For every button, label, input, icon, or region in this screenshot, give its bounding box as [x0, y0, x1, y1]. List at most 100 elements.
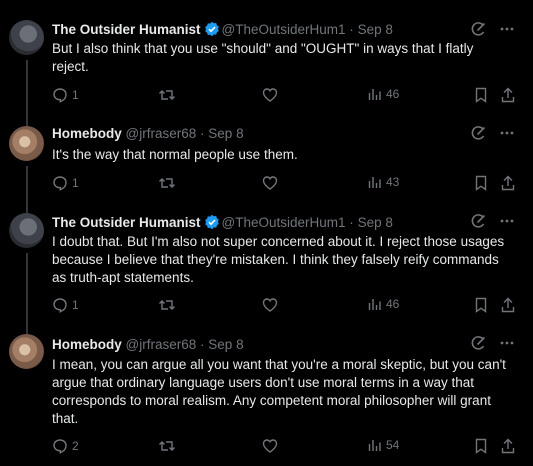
top-icons [471, 213, 515, 229]
like-icon [262, 439, 278, 453]
retweet-button[interactable] [158, 297, 176, 313]
more-icon[interactable] [499, 21, 515, 37]
views-icon [368, 89, 381, 100]
avatar[interactable] [9, 126, 44, 161]
like-button[interactable] [262, 297, 278, 313]
handle[interactable]: @TheOutsiderHum1 [222, 215, 346, 230]
tweet-text: I doubt that. But I'm also not super con… [52, 234, 505, 285]
reply-count: 1 [72, 176, 79, 190]
tweet-header: Homebody @jrfraser68 · Sep 8 [52, 126, 244, 142]
avatar[interactable] [9, 213, 44, 248]
timestamp[interactable]: Sep 8 [358, 215, 393, 230]
timestamp[interactable]: Sep 8 [208, 337, 243, 352]
like-button[interactable] [262, 175, 278, 191]
reply-button[interactable]: 1 [52, 297, 79, 313]
views-icon [368, 299, 381, 310]
handle[interactable]: @jrfraser68 [126, 337, 197, 352]
views-count: 43 [386, 175, 400, 189]
retweet-button[interactable] [158, 175, 176, 191]
tweet-header: Homebody @jrfraser68 · Sep 8 [52, 337, 244, 353]
share-button[interactable] [501, 175, 515, 191]
reply-icon [53, 176, 67, 191]
reply-button[interactable]: 2 [52, 438, 79, 454]
tweet-text: It's the way that normal people use them… [52, 147, 298, 162]
bookmark-button[interactable] [474, 175, 488, 191]
tweet-text: I mean, you can argue all you want that … [52, 357, 506, 426]
display-name[interactable]: Homebody [52, 337, 122, 352]
action-bar: 1 46 [52, 87, 515, 103]
views-button[interactable]: 43 [368, 175, 399, 189]
views-button[interactable]: 46 [368, 297, 399, 311]
views-button[interactable]: 46 [368, 87, 399, 101]
tweet[interactable]: Homebody @jrfraser68 · Sep 8 I mean, you… [0, 324, 533, 466]
tweet[interactable]: Homebody @jrfraser68 · Sep 8 It's the wa… [0, 118, 533, 206]
verified-badge-icon [204, 214, 220, 234]
views-count: 54 [386, 438, 400, 452]
handle[interactable]: @TheOutsiderHum1 [222, 22, 346, 37]
more-icon[interactable] [499, 125, 515, 141]
reply-button[interactable]: 1 [52, 87, 79, 103]
more-icon[interactable] [499, 213, 515, 229]
avatar[interactable] [9, 20, 44, 55]
share-icon [501, 87, 515, 103]
action-bar: 2 54 [52, 438, 515, 454]
reply-icon [53, 298, 67, 313]
views-count: 46 [386, 297, 400, 311]
tweet[interactable]: The Outsider Humanist @TheOutsiderHum1 · … [0, 0, 533, 118]
share-button[interactable] [501, 297, 515, 313]
reply-count: 2 [72, 439, 79, 453]
grok-icon[interactable] [471, 21, 487, 37]
thread-line [26, 118, 28, 126]
share-icon [501, 438, 515, 454]
handle[interactable]: @jrfraser68 [126, 126, 197, 141]
share-icon [501, 297, 515, 313]
reply-icon [53, 88, 67, 103]
grok-icon[interactable] [471, 213, 487, 229]
avatar[interactable] [9, 334, 44, 369]
retweet-icon [159, 441, 175, 451]
share-button[interactable] [501, 438, 515, 454]
top-icons [471, 125, 515, 141]
timestamp[interactable]: Sep 8 [208, 126, 243, 141]
views-count: 46 [386, 87, 400, 101]
reply-count: 1 [72, 88, 79, 102]
like-button[interactable] [262, 87, 278, 103]
more-icon[interactable] [499, 335, 515, 351]
separator: · [200, 126, 205, 141]
display-name[interactable]: The Outsider Humanist [52, 22, 201, 37]
timestamp[interactable]: Sep 8 [358, 22, 393, 37]
share-button[interactable] [501, 87, 515, 103]
thread-line [26, 206, 28, 213]
tweet-header: The Outsider Humanist @TheOutsiderHum1 · … [52, 214, 393, 234]
tweet[interactable]: The Outsider Humanist @TheOutsiderHum1 · … [0, 206, 533, 324]
display-name[interactable]: Homebody [52, 126, 122, 141]
bookmark-button[interactable] [474, 297, 488, 313]
views-icon [368, 440, 381, 451]
thread-line [26, 324, 28, 334]
views-button[interactable]: 54 [368, 438, 399, 452]
tweet-header: The Outsider Humanist @TheOutsiderHum1 · … [52, 21, 393, 41]
like-icon [262, 298, 278, 312]
verified-badge-icon [204, 21, 220, 41]
like-button[interactable] [262, 438, 278, 454]
top-icons [471, 21, 515, 37]
bookmark-icon [475, 438, 487, 454]
retweet-button[interactable] [158, 438, 176, 454]
reply-count: 1 [72, 298, 79, 312]
grok-icon[interactable] [471, 125, 487, 141]
like-icon [262, 176, 278, 190]
action-bar: 1 46 [52, 297, 515, 313]
reply-button[interactable]: 1 [52, 175, 79, 191]
thread-line [26, 253, 28, 324]
retweet-button[interactable] [158, 87, 176, 103]
bookmark-button[interactable] [474, 438, 488, 454]
reply-icon [53, 439, 67, 454]
grok-icon[interactable] [471, 335, 487, 351]
bookmark-button[interactable] [474, 87, 488, 103]
views-icon [368, 177, 381, 188]
display-name[interactable]: The Outsider Humanist [52, 215, 201, 230]
tweet-text: But I also think that you use "should" a… [52, 41, 474, 74]
like-icon [262, 88, 278, 102]
share-icon [501, 175, 515, 191]
bookmark-icon [475, 297, 487, 313]
